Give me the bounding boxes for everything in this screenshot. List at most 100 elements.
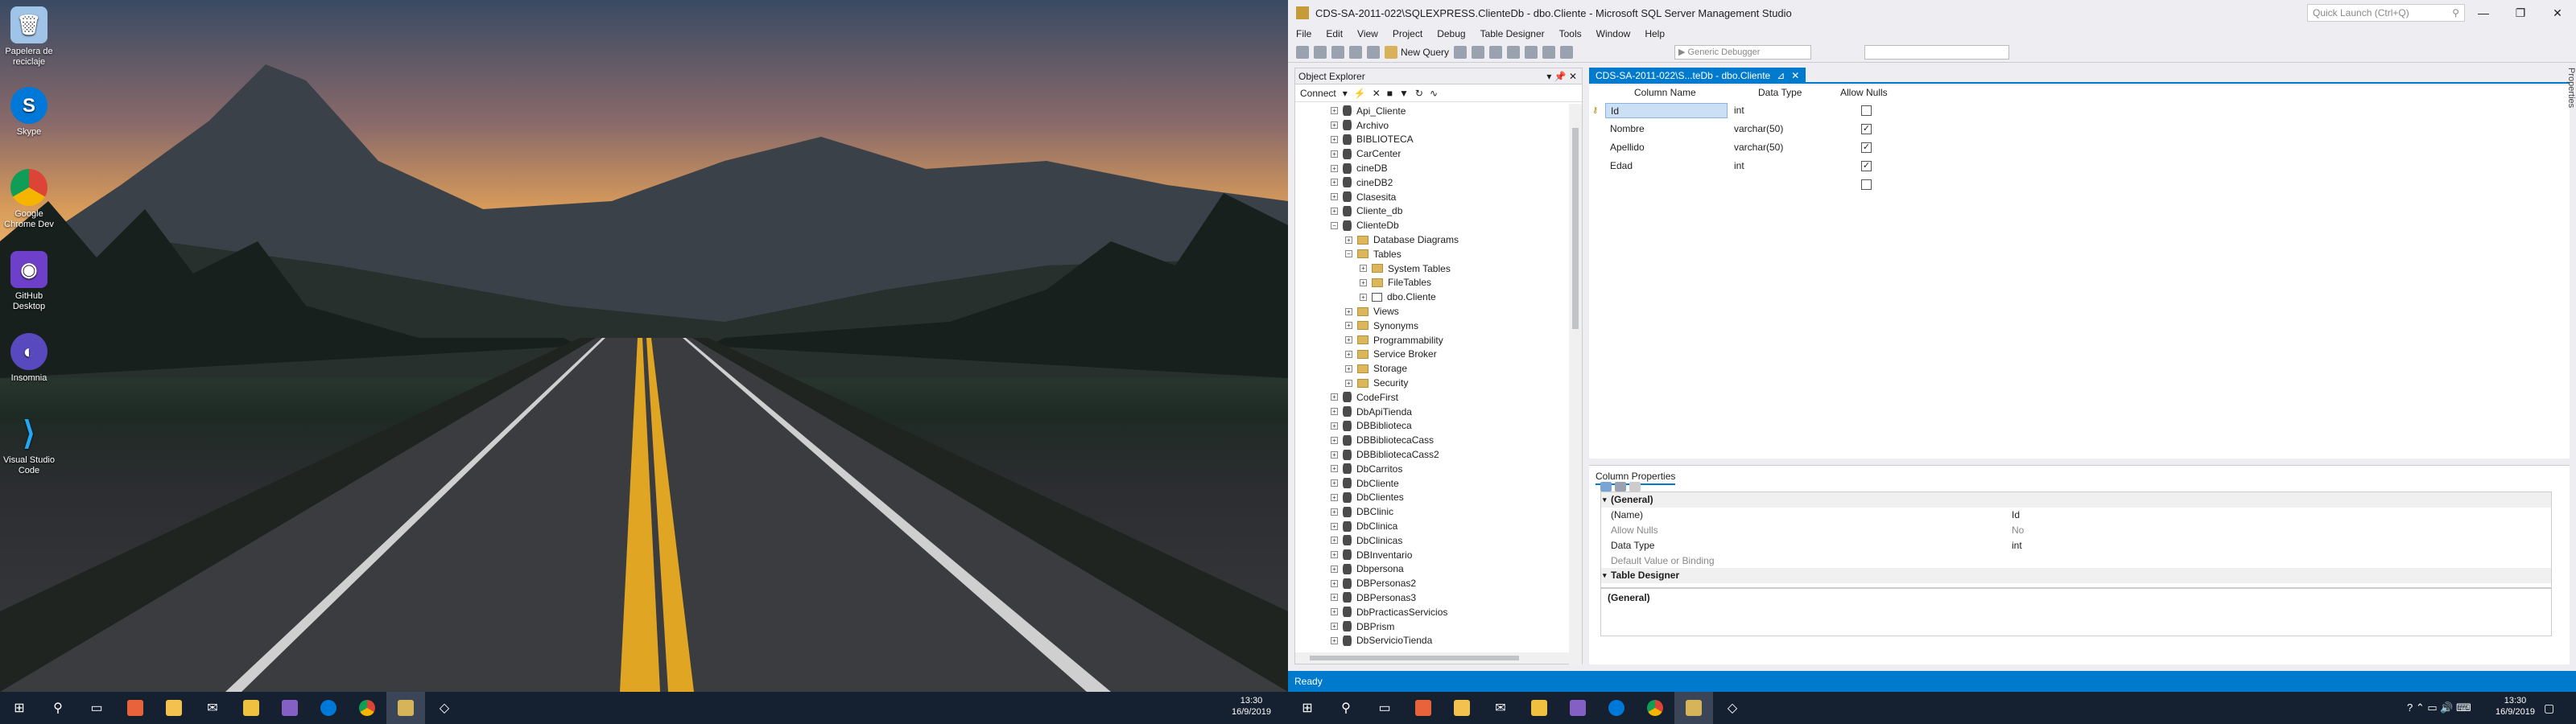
task-view-icon[interactable]: ▭ [77,692,116,724]
designer-row[interactable]: ⚷ Id int [1589,101,1895,120]
allow-nulls-checkbox[interactable]: ✓ [1861,142,1872,153]
system-tray-icons[interactable]: ? ⌃ ▭ 🔊 ⌨ [2407,701,2471,714]
close-button[interactable]: ✕ [2539,6,2576,20]
mail-icon[interactable]: ✉ [1481,692,1520,724]
chevron-down-icon[interactable]: ▾ [1603,571,1607,580]
desktop-icon-chrome-dev[interactable]: Google Chrome Dev [0,169,58,230]
expand-icon[interactable]: + [1345,336,1352,344]
menu-table-designer[interactable]: Table Designer [1480,28,1545,39]
expand-icon[interactable]: + [1331,594,1338,602]
desktop-icon-recycle-bin[interactable]: 🗑 Papelera de reciclaje [0,6,58,68]
store-icon[interactable] [232,692,270,724]
tree-node[interactable]: + Programmability [1295,333,1582,348]
property-row[interactable]: Allow Nulls No [1601,523,2551,538]
paste-icon[interactable] [1525,45,1538,59]
tree-node[interactable]: + Database Diagrams [1295,232,1582,247]
expand-icon[interactable]: + [1331,436,1338,444]
query-icon[interactable] [1472,45,1485,59]
expand-icon[interactable]: + [1331,450,1338,459]
expand-icon[interactable]: + [1331,121,1338,130]
scroll-thumb[interactable] [1572,128,1579,329]
expand-icon[interactable]: + [1331,565,1338,573]
expand-icon[interactable]: + [1331,408,1338,416]
tree-node[interactable]: + Api_Cliente [1295,104,1582,118]
expand-icon[interactable]: + [1331,135,1338,143]
ssms-icon[interactable] [1674,692,1713,724]
expand-icon[interactable]: + [1331,522,1338,530]
disconnect-icon[interactable]: ✕ [1373,88,1381,99]
tree-node[interactable]: + DBBiblioteca [1295,419,1582,434]
quick-launch-input[interactable]: Quick Launch (Ctrl+Q) ⚲ [2307,4,2465,22]
vscode-alt-icon[interactable]: ◇ [425,692,464,724]
task-view-icon[interactable]: ▭ [1365,692,1404,724]
desktop-icon-vscode[interactable]: ⟩ Visual Studio Code [0,415,58,476]
tree-node[interactable]: + DBPersonas3 [1295,590,1582,605]
menu-project[interactable]: Project [1393,28,1422,39]
expand-icon[interactable]: + [1345,379,1352,387]
search-dropdown[interactable] [1864,44,2010,60]
tree-node[interactable]: + cineDB2 [1295,175,1582,190]
tree-node[interactable]: + System Tables [1295,261,1582,276]
designer-row[interactable]: Apellido varchar(50) ✓ [1589,138,1895,157]
taskbar-clock-left[interactable]: 13:30 16/9/2019 [1232,695,1271,718]
horizontal-scrollbar[interactable] [1295,652,1582,664]
collapse-icon[interactable]: − [1345,250,1352,258]
query-icon[interactable] [1454,45,1468,59]
menu-file[interactable]: File [1296,28,1311,39]
tree-node[interactable]: + DbServicioTienda [1295,633,1582,648]
search-icon[interactable]: ⚲ [1327,692,1365,724]
data-type-cell[interactable]: int [1734,105,1744,116]
vscode-alt-icon[interactable]: ◇ [1713,692,1752,724]
tree-node[interactable]: + DbPracticasServicios [1295,605,1582,619]
property-category[interactable]: ▾ (General) [1601,492,2551,508]
designer-row[interactable] [1589,175,1895,194]
pin-icon[interactable]: ▾ 📌 ✕ [1546,71,1582,82]
menu-edit[interactable]: Edit [1326,28,1343,39]
tree-node[interactable]: + Service Broker [1295,348,1582,362]
tree-node[interactable]: + DbClinicas [1295,533,1582,548]
designer-row[interactable]: Edad int ✓ [1589,157,1895,175]
expand-icon[interactable]: + [1331,579,1338,587]
redo-icon[interactable] [1560,45,1574,59]
chrome-icon[interactable] [348,692,386,724]
search-icon[interactable]: ⚲ [39,692,77,724]
tree-node[interactable]: − Tables [1295,247,1582,261]
categorized-icon[interactable] [1600,482,1612,492]
menu-window[interactable]: Window [1596,28,1631,39]
expand-icon[interactable]: + [1331,537,1338,545]
restore-button[interactable]: ❐ [2502,6,2539,20]
tree-node[interactable]: + cineDB [1295,161,1582,175]
cut-icon[interactable] [1489,45,1503,59]
tree-node[interactable]: + Synonyms [1295,319,1582,333]
column-name-cell[interactable]: Apellido [1605,140,1728,155]
expand-icon[interactable]: + [1331,636,1338,644]
property-value[interactable]: Id [2012,509,2020,520]
skype-icon[interactable] [1597,692,1636,724]
refresh-icon[interactable]: ↻ [1415,88,1423,99]
column-name-cell[interactable]: Nombre [1605,121,1728,137]
tree-node[interactable]: + DbApiTienda [1295,405,1582,419]
tree-node[interactable]: + Archivo [1295,118,1582,133]
store-icon[interactable] [1520,692,1558,724]
expand-icon[interactable]: + [1331,179,1338,187]
visual-studio-icon[interactable] [270,692,309,724]
desktop-icon-skype[interactable]: S Skype [0,87,58,138]
tree-node[interactable]: + BIBLIOTECA [1295,133,1582,147]
expand-icon[interactable]: + [1331,465,1338,473]
column-name-cell[interactable]: Edad [1605,158,1728,174]
property-category[interactable]: ▾ Table Designer [1601,567,2551,583]
app-orange-icon[interactable] [1404,692,1443,724]
tree-node[interactable]: + CodeFirst [1295,390,1582,405]
mail-icon[interactable]: ✉ [193,692,232,724]
chevron-down-icon[interactable]: ▾ [1603,496,1607,504]
expand-icon[interactable]: + [1331,479,1338,487]
property-row[interactable]: Default Value or Binding [1601,553,2551,568]
allow-nulls-checkbox[interactable] [1861,105,1872,116]
expand-icon[interactable]: + [1331,608,1338,616]
expand-icon[interactable]: + [1360,265,1367,273]
tree-node[interactable]: + DBPersonas2 [1295,576,1582,590]
new-query-button[interactable]: New Query [1385,45,1449,59]
alphabetical-icon[interactable] [1615,482,1626,492]
visual-studio-icon[interactable] [1558,692,1597,724]
connect-icon[interactable]: ⚡ [1354,88,1366,99]
